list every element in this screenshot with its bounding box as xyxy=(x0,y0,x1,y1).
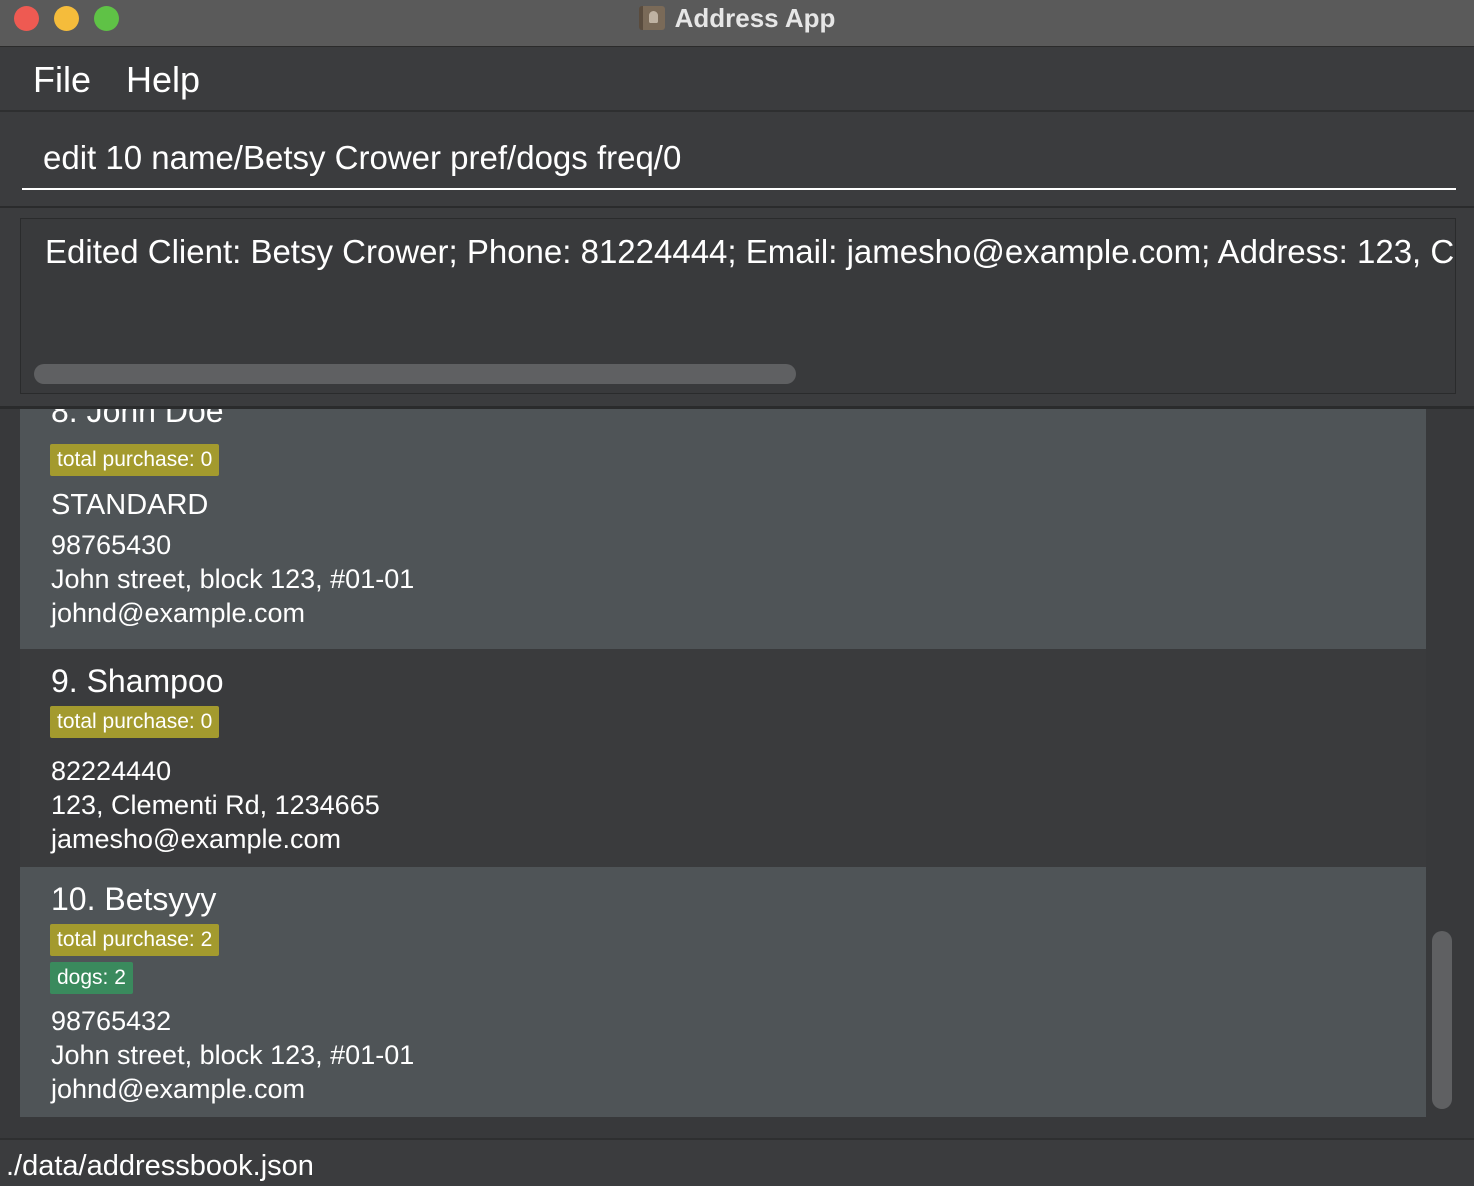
menu-bar: File Help xyxy=(0,47,1474,112)
client-email: johnd@example.com xyxy=(51,1074,306,1104)
client-address: John street, block 123, #01-01 xyxy=(51,564,415,594)
vertical-scrollbar[interactable] xyxy=(1432,931,1452,1109)
result-text-area[interactable]: Edited Client: Betsy Crower; Phone: 8122… xyxy=(20,218,1456,394)
client-card[interactable]: 8. John Doe total purchase: 0 STANDARD 9… xyxy=(20,409,1426,649)
client-address: John street, block 123, #01-01 xyxy=(51,1040,415,1070)
status-bar: ./data/addressbook.json xyxy=(0,1138,1474,1186)
address-book-icon xyxy=(638,6,665,30)
command-box xyxy=(0,112,1474,208)
client-card[interactable]: 10. Betsyyy total purchase: 2 dogs: 2 98… xyxy=(20,867,1426,1117)
title-group: Address App xyxy=(0,0,1474,36)
result-message: Edited Client: Betsy Crower; Phone: 8122… xyxy=(45,233,1455,270)
menu-help[interactable]: Help xyxy=(126,59,200,101)
client-name: 10. Betsyyy xyxy=(51,881,217,917)
purchase-tag: total purchase: 0 xyxy=(50,444,220,476)
client-list: 8. John Doe total purchase: 0 STANDARD 9… xyxy=(0,409,1474,1138)
client-email: johnd@example.com xyxy=(51,598,306,628)
horizontal-scrollbar[interactable] xyxy=(34,364,796,384)
client-name: 8. John Doe xyxy=(51,409,224,429)
client-phone: 82224440 xyxy=(51,756,172,786)
preference-tag: dogs: 2 xyxy=(50,962,133,994)
client-address: 123, Clementi Rd, 1234665 xyxy=(51,790,380,820)
client-phone: 98765430 xyxy=(51,530,172,560)
client-phone: 98765432 xyxy=(51,1006,172,1036)
title-bar: Address App xyxy=(0,0,1474,47)
data-file-path: ./data/addressbook.json xyxy=(6,1150,314,1182)
client-card[interactable]: 9. Shampoo total purchase: 0 82224440 12… xyxy=(20,649,1426,867)
command-input[interactable] xyxy=(22,128,1456,190)
result-display: Edited Client: Betsy Crower; Phone: 8122… xyxy=(0,208,1474,409)
menu-file[interactable]: File xyxy=(33,59,91,101)
client-membership: STANDARD xyxy=(51,489,209,521)
client-name: 9. Shampoo xyxy=(51,663,224,699)
purchase-tag: total purchase: 0 xyxy=(50,706,220,738)
client-email: jamesho@example.com xyxy=(51,824,342,854)
window-title: Address App xyxy=(674,2,836,33)
purchase-tag: total purchase: 2 xyxy=(50,924,220,956)
app-window: Address App File Help Edited Client: Bet… xyxy=(0,0,1474,1186)
